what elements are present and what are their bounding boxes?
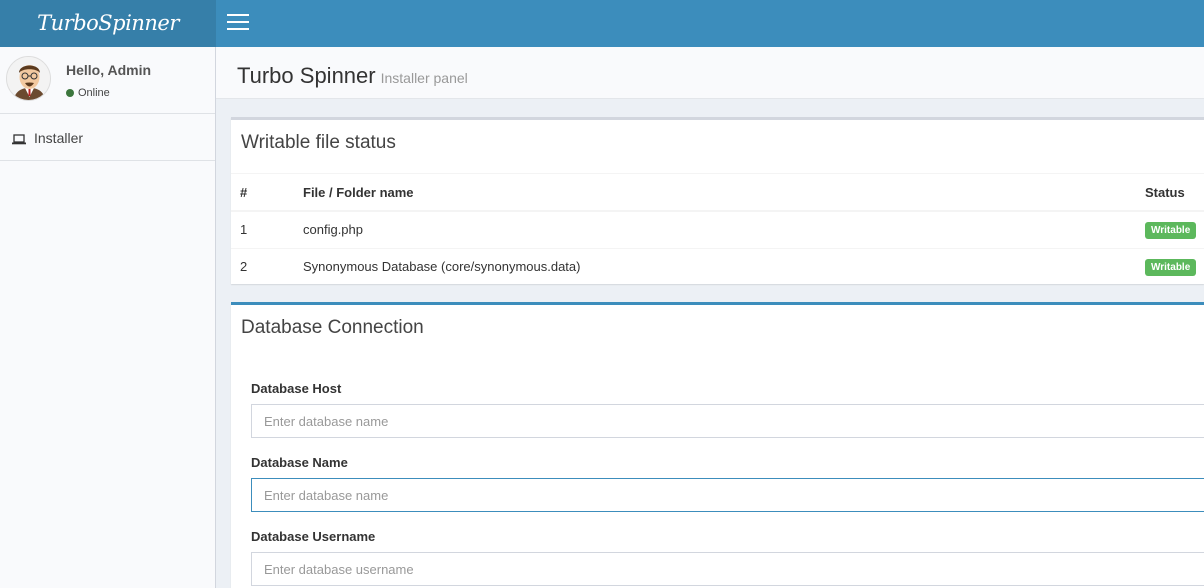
column-header: File / Folder name [303,174,1145,212]
page-title: Turbo Spinner Installer panel [237,63,468,89]
file-name: config.php [303,210,1145,248]
top-header: TurboSpinner [0,0,1204,47]
online-dot-icon [66,88,74,97]
database-username-label: Database Username [251,529,376,544]
content-header: Turbo Spinner Installer panel [216,47,1204,99]
box-title: Database Connection [241,317,424,338]
writable-status-box: Writable file status # File / Folder nam… [231,117,1204,285]
database-connection-box: Database Connection Database Host Databa… [231,302,1204,588]
menu-toggle-icon[interactable] [227,14,249,32]
row-number: 1 [231,210,303,248]
column-header: # [231,174,303,212]
table-row: 2 Synonymous Database (core/synonymous.d… [231,247,1204,285]
database-host-label: Database Host [251,381,342,396]
table-header-row: # File / Folder name Status [231,174,1204,212]
sidebar-item-installer[interactable]: Installer [0,114,215,161]
page-title-text: Turbo Spinner [237,63,376,88]
sidebar-item-label: Installer [34,130,84,146]
row-number: 2 [231,247,303,285]
writable-table: # File / Folder name Status 1 config.php… [231,174,1204,285]
laptop-icon [12,132,26,150]
database-host-input[interactable] [251,404,1204,438]
user-status-label: Online [78,87,110,99]
page-subtitle: Installer panel [380,70,468,86]
box-title: Writable file status [241,132,396,153]
database-name-label: Database Name [251,455,348,470]
database-name-input[interactable] [251,478,1204,512]
status-badge: Writable [1145,221,1197,239]
column-header: Status [1145,174,1204,212]
table-row: 1 config.php Writable [231,210,1204,248]
app-logo[interactable]: TurboSpinner [0,0,216,47]
database-username-input[interactable] [251,552,1204,586]
user-greeting: Hello, Admin [66,62,152,78]
user-panel: Hello, Admin Online [0,47,215,114]
user-status: Online [66,87,110,99]
sidebar: Hello, Admin Online Installer [0,47,216,588]
avatar [6,56,51,101]
status-badge: Writable [1145,258,1197,276]
file-name: Synonymous Database (core/synonymous.dat… [303,247,1145,285]
